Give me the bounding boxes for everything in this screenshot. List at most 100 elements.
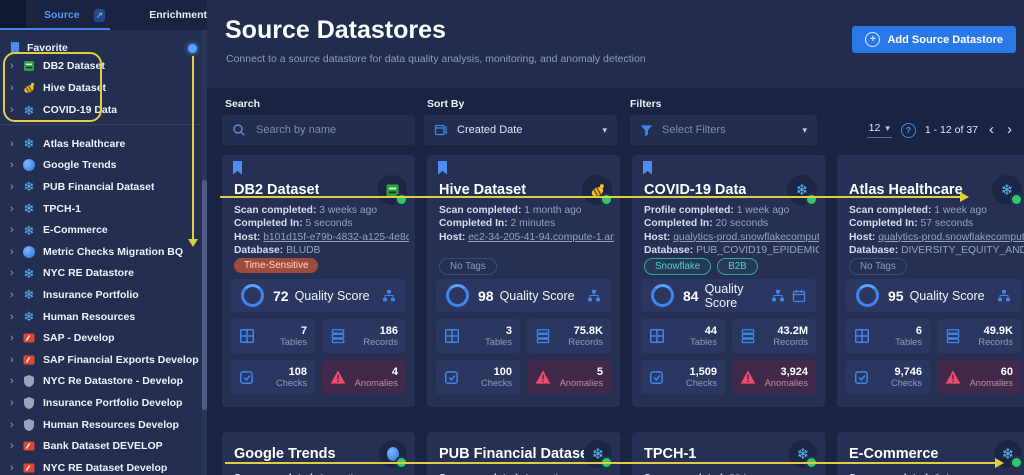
page-size-select[interactable]: 12 ▾ xyxy=(866,122,892,138)
datastore-card-e-commerce[interactable]: E-Commerce ❄ Scan completed: 2 days ago xyxy=(837,432,1024,475)
sidebar-item-hive-dataset[interactable]: › Hive Dataset xyxy=(0,77,201,99)
sitemap-icon[interactable] xyxy=(997,289,1011,303)
quality-score-panel[interactable]: 72 Quality Score xyxy=(231,279,406,312)
previous-page-button[interactable]: ‹ xyxy=(987,122,996,137)
datastore-card-db2-dataset[interactable]: DB2 Dataset Scan completed: 3 weeks ago … xyxy=(222,155,415,407)
anomalies-stat[interactable]: 3,924 Anomalies xyxy=(732,360,816,394)
tables-stat[interactable]: 6 Tables xyxy=(846,319,930,353)
datastore-card-atlas-healthcare[interactable]: Atlas Healthcare ❄ Scan completed: 1 wee… xyxy=(837,155,1024,407)
chevron-right-icon[interactable]: › xyxy=(10,82,22,94)
records-stat[interactable]: 49.9K Records xyxy=(937,319,1021,353)
chevron-right-icon[interactable]: › xyxy=(10,138,22,150)
tab-enrichment[interactable]: Enrichment xyxy=(149,9,207,21)
datastore-card-pub-financial-dataset[interactable]: PUB Financial Dataset ❄ Scan completed: … xyxy=(427,432,620,475)
sidebar-item-pub-financial-dataset[interactable]: › ❄ PUB Financial Dataset xyxy=(0,176,201,198)
host-link[interactable]: qualytics-prod.snowflakecomputing.com xyxy=(878,232,1024,243)
card-title[interactable]: E-Commerce xyxy=(849,446,938,462)
datastore-card-covid-19-data[interactable]: COVID-19 Data ❄ Profile completed: 1 wee… xyxy=(632,155,825,407)
tag-pill[interactable]: Time-Sensitive xyxy=(234,258,319,273)
sidebar-item-atlas-healthcare[interactable]: › ❄ Atlas Healthcare xyxy=(0,133,201,155)
tab-source[interactable]: Source xyxy=(44,9,80,21)
card-title[interactable]: Google Trends xyxy=(234,446,336,462)
sidebar-item-google-trends[interactable]: › Google Trends xyxy=(0,155,201,177)
tables-stat[interactable]: 7 Tables xyxy=(231,319,315,353)
sort-by-select[interactable]: Created Date ▾ xyxy=(424,115,617,145)
search-input[interactable] xyxy=(254,123,405,137)
sidebar-item-insurance-portfolio[interactable]: › ❄ Insurance Portfolio xyxy=(0,284,201,306)
bookmark-icon[interactable] xyxy=(232,161,243,175)
sidebar-item-sap-financial-exports-develop[interactable]: › SAP Financial Exports Develop xyxy=(0,349,201,371)
sidebar-item-human-resources-develop[interactable]: › Human Resources Develop xyxy=(0,414,201,436)
chevron-right-icon[interactable]: › xyxy=(10,289,22,301)
records-stat[interactable]: 75.8K Records xyxy=(527,319,611,353)
records-stat[interactable]: 43.2M Records xyxy=(732,319,816,353)
card-title[interactable]: PUB Financial Dataset xyxy=(439,446,584,462)
host-link[interactable]: b101d15f-e79b-4832-a125-4e8d481c8bf4.b..… xyxy=(263,232,409,243)
sidebar-item-tpch-1[interactable]: › ❄ TPCH-1 xyxy=(0,198,201,220)
quality-score-panel[interactable]: 95 Quality Score xyxy=(846,279,1021,312)
chevron-right-icon[interactable]: › xyxy=(10,203,22,215)
sidebar-item-covid-19-data[interactable]: › ❄ COVID-19 Data xyxy=(0,99,201,121)
checks-stat[interactable]: 100 Checks xyxy=(436,360,520,394)
anomalies-stat[interactable]: 4 Anomalies xyxy=(322,360,406,394)
chevron-right-icon[interactable]: › xyxy=(10,397,22,409)
card-title[interactable]: COVID-19 Data xyxy=(644,182,746,198)
sidebar-item-metric-checks-migration-bq[interactable]: › Metric Checks Migration BQ xyxy=(0,241,201,263)
card-title[interactable]: TPCH-1 xyxy=(644,446,696,462)
sidebar-item-insurance-portfolio-develop[interactable]: › Insurance Portfolio Develop xyxy=(0,392,201,414)
tables-stat[interactable]: 3 Tables xyxy=(436,319,520,353)
chevron-right-icon[interactable]: › xyxy=(10,104,22,116)
sitemap-icon[interactable] xyxy=(587,289,601,303)
next-page-button[interactable]: › xyxy=(1005,122,1014,137)
filters-select[interactable]: Select Filters ▾ xyxy=(630,115,817,145)
tag-pill[interactable]: B2B xyxy=(717,258,758,275)
records-stat[interactable]: 186 Records xyxy=(322,319,406,353)
chevron-right-icon[interactable]: › xyxy=(10,375,22,387)
sidebar-item-e-commerce[interactable]: › ❄ E-Commerce xyxy=(0,219,201,241)
sidebar-scrollbar-thumb[interactable] xyxy=(202,180,207,410)
chevron-right-icon[interactable]: › xyxy=(10,332,22,344)
chevron-right-icon[interactable]: › xyxy=(10,419,22,431)
card-title[interactable]: Atlas Healthcare xyxy=(849,182,963,198)
host-link[interactable]: qualytics-prod.snowflakecomputing.com xyxy=(673,232,819,243)
chevron-right-icon[interactable]: › xyxy=(10,462,22,474)
chevron-right-icon[interactable]: › xyxy=(10,267,22,279)
tag-pill[interactable]: Snowflake xyxy=(644,258,712,275)
chevron-right-icon[interactable]: › xyxy=(10,60,22,72)
sitemap-icon[interactable] xyxy=(771,289,785,303)
checks-stat[interactable]: 108 Checks xyxy=(231,360,315,394)
sidebar-item-bank-dataset-develop[interactable]: › Bank Dataset DEVELOP xyxy=(0,435,201,457)
open-in-new-icon[interactable]: ↗ xyxy=(93,8,106,22)
sidebar-item-nyc-re-dataset-develop[interactable]: › NYC RE Dataset Develop xyxy=(0,457,201,475)
chevron-right-icon[interactable]: › xyxy=(10,440,22,452)
tables-stat[interactable]: 44 Tables xyxy=(641,319,725,353)
chevron-right-icon[interactable]: › xyxy=(10,159,22,171)
sitemap-icon[interactable] xyxy=(382,289,396,303)
anomalies-stat[interactable]: 60 Anomalies xyxy=(937,360,1021,394)
chevron-right-icon[interactable]: › xyxy=(10,311,22,323)
datastore-card-tpch-1[interactable]: TPCH-1 ❄ Scan completed: 20 hours ago xyxy=(632,432,825,475)
quality-score-panel[interactable]: 98 Quality Score xyxy=(436,279,611,312)
sidebar-item-nyc-re-datastore-develop[interactable]: › NYC Re Datastore - Develop xyxy=(0,371,201,393)
checks-stat[interactable]: 1,509 Checks xyxy=(641,360,725,394)
chevron-right-icon[interactable]: › xyxy=(10,354,22,366)
bookmark-icon[interactable] xyxy=(642,161,653,175)
bookmark-icon[interactable] xyxy=(437,161,448,175)
sidebar-item-nyc-re-datastore[interactable]: › ❄ NYC RE Datastore xyxy=(0,263,201,285)
chevron-right-icon[interactable]: › xyxy=(10,181,22,193)
add-source-datastore-button[interactable]: + Add Source Datastore xyxy=(852,26,1016,53)
datastore-card-hive-dataset[interactable]: Hive Dataset Scan completed: 1 month ago… xyxy=(427,155,620,407)
sidebar-item-sap-develop[interactable]: › SAP - Develop xyxy=(0,327,201,349)
sidebar-item-human-resources[interactable]: › ❄ Human Resources xyxy=(0,306,201,328)
card-title[interactable]: DB2 Dataset xyxy=(234,182,319,198)
chevron-right-icon[interactable]: › xyxy=(10,246,22,258)
calendar-icon[interactable] xyxy=(792,289,806,303)
help-icon[interactable]: ? xyxy=(900,122,916,138)
checks-stat[interactable]: 9,746 Checks xyxy=(846,360,930,394)
chevron-right-icon[interactable]: › xyxy=(10,224,22,236)
search-box[interactable] xyxy=(222,115,415,145)
sidebar-item-db2-dataset[interactable]: › DB2 Dataset xyxy=(0,55,201,77)
anomalies-stat[interactable]: 5 Anomalies xyxy=(527,360,611,394)
host-link[interactable]: ec2-34-205-41-94.compute-1.amazonaws.co.… xyxy=(468,232,614,243)
quality-score-panel[interactable]: 84 Quality Score xyxy=(641,279,816,312)
